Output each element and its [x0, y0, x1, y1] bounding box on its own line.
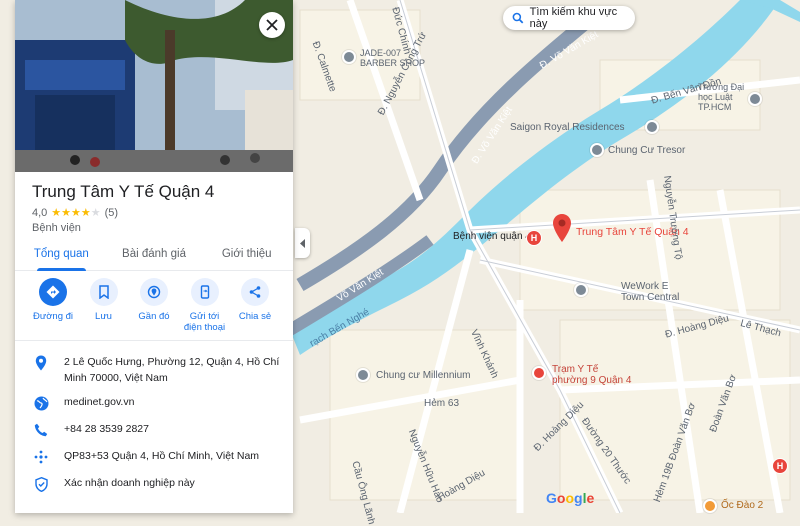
map-place-label[interactable]: Chung cư Millennium: [376, 370, 471, 381]
save-label: Lưu: [95, 311, 112, 322]
claim-business-row[interactable]: Xác nhận doanh nghiệp này: [15, 475, 293, 493]
collapse-panel-button[interactable]: [295, 228, 310, 258]
rating-row[interactable]: 4,0 ★★★★★ (5): [32, 206, 118, 220]
send-to-phone-label: Gửi tới điện thoại: [183, 311, 226, 333]
hospital-icon[interactable]: H: [526, 230, 542, 246]
share-label: Chia sẻ: [238, 311, 272, 322]
clinic-pin-icon[interactable]: [532, 366, 546, 380]
chevron-left-icon: [299, 238, 305, 248]
send-to-phone-button[interactable]: Gửi tới điện thoại: [181, 278, 229, 333]
claim-business-text: Xác nhận doanh nghiệp này: [64, 477, 195, 489]
nearby-label: Gần đó: [138, 311, 170, 322]
tresor-pin-icon[interactable]: [590, 143, 604, 157]
verified-shield-icon: [32, 475, 50, 493]
map-place-label[interactable]: Saigon Royal Residences: [510, 122, 625, 133]
directions-button[interactable]: Đường đi: [29, 278, 77, 333]
place-photo-image: [15, 0, 293, 172]
map-place-label[interactable]: Chung Cư Tresor: [608, 145, 685, 156]
review-count[interactable]: (5): [105, 207, 118, 219]
save-button[interactable]: Lưu: [80, 278, 128, 333]
plus-code-text: QP83+53 Quận 4, Hồ Chí Minh, Việt Nam: [64, 450, 260, 462]
action-buttons: Đường đi Lưu Gần đó Gửi tới điện thoại C…: [15, 278, 293, 333]
google-logo: Google: [546, 490, 595, 506]
tab-reviews[interactable]: Bài đánh giá: [108, 240, 201, 270]
address-row[interactable]: 2 Lê Quốc Hưng, Phường 12, Quận 4, Hồ Ch…: [15, 354, 293, 386]
place-title: Trung Tâm Y Tế Quận 4: [32, 182, 215, 201]
phone-icon: [32, 421, 50, 439]
search-this-area-button[interactable]: Tìm kiếm khu vực này: [503, 6, 635, 30]
panel-divider: [15, 340, 293, 341]
rating-value: 4,0: [32, 206, 48, 219]
map-place-label[interactable]: WeWork E Town Central: [621, 281, 679, 303]
nearby-button[interactable]: Gần đó: [130, 278, 178, 333]
map-place-label[interactable]: Ốc Đào 2: [721, 500, 763, 511]
restaurant-pin-icon[interactable]: [703, 499, 717, 513]
phone-text: +84 28 3539 2827: [64, 423, 149, 435]
rating-stars: ★★★★★: [51, 207, 101, 219]
map-place-label[interactable]: Trạm Y Tế phường 9 Quận 4: [552, 364, 631, 386]
plus-code-icon: [32, 448, 50, 466]
plus-code-row[interactable]: QP83+53 Quận 4, Hồ Chí Minh, Việt Nam: [15, 448, 293, 466]
tab-overview[interactable]: Tổng quan: [15, 240, 108, 271]
saigon-royal-pin-icon[interactable]: [645, 120, 659, 134]
share-button[interactable]: Chia sẻ: [231, 278, 279, 333]
phone-row[interactable]: +84 28 3539 2827: [15, 421, 293, 439]
directions-label: Đường đi: [32, 311, 74, 322]
share-icon: [249, 286, 261, 298]
globe-icon: [32, 394, 50, 412]
place-category[interactable]: Bệnh viện: [32, 222, 81, 234]
bookmark-icon: [98, 285, 109, 299]
school-pin-icon[interactable]: [748, 92, 762, 106]
send-to-phone-icon: [200, 285, 209, 299]
map-place-label[interactable]: Bệnh viện quận 4: [453, 231, 531, 242]
wework-pin-icon[interactable]: [574, 283, 588, 297]
selected-place-pin-icon[interactable]: [553, 214, 571, 247]
website-row[interactable]: medinet.gov.vn: [15, 394, 293, 412]
search-icon: [512, 12, 524, 24]
tab-about[interactable]: Giới thiệu: [200, 240, 293, 270]
place-details-panel: Trung Tâm Y Tế Quận 4 4,0 ★★★★★ (5) Bệnh…: [15, 0, 293, 513]
place-tabs: Tổng quan Bài đánh giá Giới thiệu: [15, 240, 293, 271]
hospital-icon[interactable]: H: [772, 458, 788, 474]
directions-icon: [46, 285, 60, 299]
millennium-pin-icon[interactable]: [356, 368, 370, 382]
nearby-icon: [147, 285, 161, 299]
place-photo[interactable]: [15, 0, 293, 172]
search-this-area-label: Tìm kiếm khu vực này: [529, 6, 618, 30]
close-icon: [266, 19, 278, 31]
barber-shop-pin-icon[interactable]: [342, 50, 356, 64]
street-label: Hẻm 63: [424, 398, 460, 409]
location-pin-icon: [32, 354, 50, 372]
close-button[interactable]: [259, 12, 285, 38]
address-text: 2 Lê Quốc Hưng, Phường 12, Quận 4, Hồ Ch…: [64, 356, 280, 384]
website-text: medinet.gov.vn: [64, 396, 135, 408]
